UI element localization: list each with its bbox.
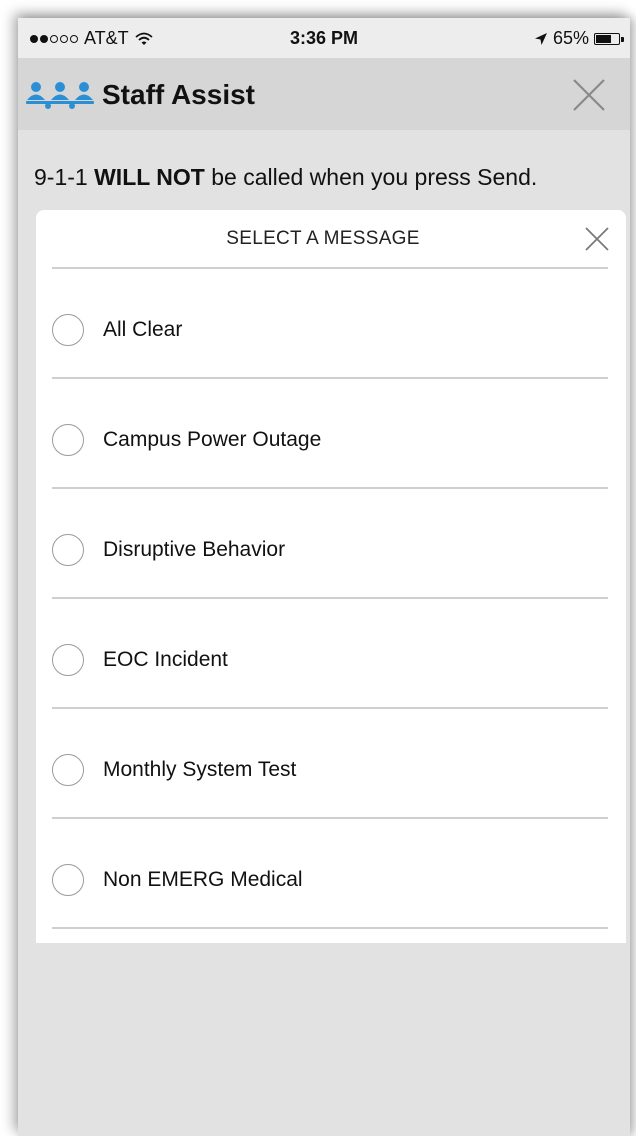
option-label: Monthly System Test xyxy=(103,758,297,781)
message-option-disruptive-behavior[interactable]: Disruptive Behavior xyxy=(36,489,626,599)
app-header: Staff Assist xyxy=(18,58,630,130)
modal-title: SELECT A MESSAGE xyxy=(226,228,420,249)
page-title: Staff Assist xyxy=(102,79,256,110)
message-options-list: All Clear Campus Power Outage Disruptive… xyxy=(36,269,626,929)
option-label: Campus Power Outage xyxy=(103,428,322,451)
radio-button[interactable] xyxy=(52,314,84,346)
status-bar: AT&T 3:36 PM 65% xyxy=(18,18,630,58)
radio-button[interactable] xyxy=(52,534,84,566)
message-option-eoc-incident[interactable]: EOC Incident xyxy=(36,599,626,709)
radio-button[interactable] xyxy=(52,424,84,456)
message-select-modal: SELECT A MESSAGE All Clear Campus Power … xyxy=(36,210,626,943)
radio-button[interactable] xyxy=(52,644,84,676)
option-label: Disruptive Behavior xyxy=(103,538,286,561)
message-option-all-clear[interactable]: All Clear xyxy=(36,269,626,379)
message-option-non-emerg-medical[interactable]: Non EMERG Medical xyxy=(36,819,626,929)
option-label: EOC Incident xyxy=(103,648,228,671)
phone-screen: AT&T 3:36 PM 65% Staff Assist 9-1-1 WILL… xyxy=(18,18,630,1136)
battery-percent: 65% xyxy=(552,28,589,48)
status-right: 65% xyxy=(534,28,624,49)
option-label: All Clear xyxy=(103,318,183,341)
radio-button[interactable] xyxy=(52,864,84,896)
warning-prefix: 9-1-1 xyxy=(34,164,95,190)
close-icon[interactable] xyxy=(584,226,610,252)
message-option-campus-power-outage[interactable]: Campus Power Outage xyxy=(36,379,626,489)
radio-button[interactable] xyxy=(52,754,84,786)
staff-group-icon xyxy=(26,82,94,109)
warning-emphasis: WILL NOT xyxy=(94,164,205,190)
send-warning: 9-1-1 WILL NOT be called when you press … xyxy=(34,164,537,191)
close-icon[interactable] xyxy=(572,78,606,112)
warning-suffix: be called when you press Send. xyxy=(204,164,538,190)
option-label: Non EMERG Medical xyxy=(103,868,303,891)
divider xyxy=(52,927,608,929)
message-option-monthly-system-test[interactable]: Monthly System Test xyxy=(36,709,626,819)
battery-icon xyxy=(594,32,624,45)
location-arrow-icon xyxy=(534,32,547,45)
